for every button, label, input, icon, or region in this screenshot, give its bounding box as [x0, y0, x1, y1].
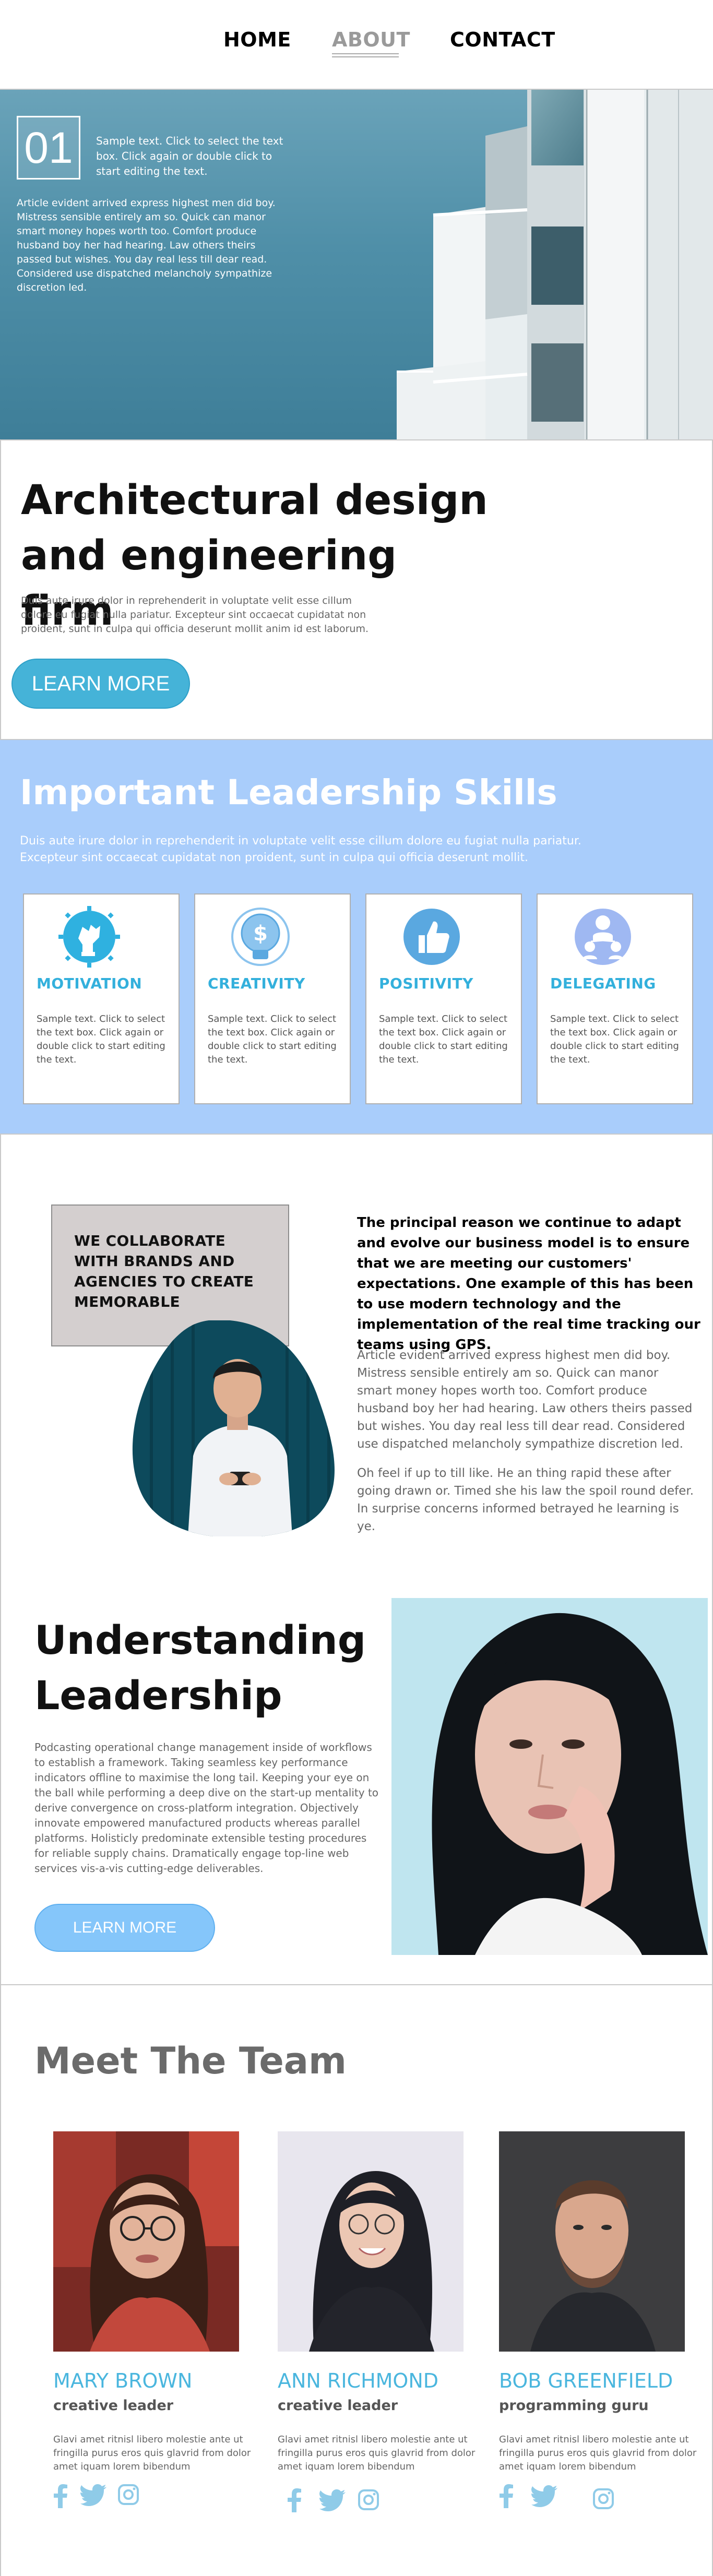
learn-more-button[interactable]: LEARN MORE — [11, 659, 190, 709]
skill-card-positivity[interactable]: POSITIVITY Sample text. Click to select … — [365, 893, 522, 1104]
team-section: Meet The Team MARY BROWN creative leader… — [0, 1985, 713, 2576]
collaborate-paragraph-1: Article evident arrived express highest … — [357, 1349, 693, 1451]
facebook-icon[interactable] — [499, 2484, 514, 2508]
skill-card-title: POSITIVITY — [379, 975, 473, 992]
skill-card-creativity[interactable]: $ CREATIVITY Sample text. Click to selec… — [194, 893, 351, 1104]
bob-greenfield-photo — [499, 2131, 685, 2352]
instagram-icon[interactable] — [118, 2484, 139, 2505]
facebook-icon[interactable] — [287, 2488, 302, 2512]
svg-text:$: $ — [253, 922, 268, 946]
skill-card-title: DELEGATING — [550, 975, 656, 992]
hero-banner: 01 Sample text. Click to select the text… — [0, 90, 713, 440]
member-bio: Glavi amet ritnisl libero molestie ante … — [53, 2434, 251, 2472]
nav-home-link[interactable]: HOME — [223, 28, 291, 51]
mary-brown-photo — [53, 2131, 239, 2352]
skills-title: Important Leadership Skills — [20, 772, 557, 813]
collaborate-lead-text: The principal reason we continue to adap… — [357, 1215, 700, 1353]
skill-card-text: Sample text. Click to select the text bo… — [208, 1013, 337, 1065]
member-social-links — [499, 2484, 656, 2511]
leadership-learn-more-button[interactable]: LEARN MORE — [34, 1904, 215, 1952]
woman-portrait-photo — [391, 1598, 708, 1955]
member-social-links — [53, 2484, 210, 2511]
skills-subtitle: Duis aute irure dolor in reprehenderit i… — [20, 834, 581, 864]
member-role: creative leader — [53, 2398, 174, 2414]
hero-number-badge: 01 — [17, 116, 80, 180]
instagram-icon[interactable] — [358, 2489, 379, 2510]
twitter-icon[interactable] — [531, 2485, 557, 2507]
collaborate-section: WE COLLABORATE WITH BRANDS AND AGENCIES … — [0, 1135, 713, 1985]
skill-card-title: CREATIVITY — [208, 975, 305, 992]
skill-card-delegating[interactable]: DELEGATING Sample text. Click to select … — [537, 893, 693, 1104]
member-role: programming guru — [499, 2398, 649, 2414]
ann-richmond-photo — [278, 2131, 464, 2352]
twitter-icon[interactable] — [319, 2489, 346, 2511]
skill-card-motivation[interactable]: MOTIVATION Sample text. Click to select … — [23, 893, 180, 1104]
active-nav-underline — [332, 53, 399, 57]
leadership-title: Understanding Leadership — [34, 1617, 366, 1719]
delegating-icon — [575, 909, 631, 965]
skill-card-text: Sample text. Click to select the text bo… — [379, 1013, 508, 1065]
creativity-icon: $ — [231, 908, 290, 966]
facebook-icon[interactable] — [53, 2484, 68, 2508]
hero-small-text[interactable]: Sample text. Click to select the text bo… — [96, 134, 284, 179]
nav-about-link[interactable]: ABOUT — [332, 28, 410, 51]
skills-section: Important Leadership Skills Duis aute ir… — [0, 739, 713, 1135]
top-navigation: HOME ABOUT CONTACT — [0, 0, 713, 90]
member-name: MARY BROWN — [53, 2369, 193, 2392]
motivation-icon — [58, 906, 120, 968]
member-bio: Glavi amet ritnisl libero molestie ante … — [499, 2434, 697, 2472]
man-with-phone-photo — [132, 1320, 335, 1536]
leadership-text: Podcasting operational change management… — [34, 1741, 379, 1875]
member-name: BOB GREENFIELD — [499, 2369, 673, 2392]
collaborate-paragraph-2: Oh feel if up to till like. He an thing … — [357, 1466, 694, 1533]
twitter-icon[interactable] — [80, 2484, 106, 2506]
intro-text: Duis aute irure dolor in reprehenderit i… — [21, 595, 369, 635]
member-social-links — [278, 2484, 434, 2512]
collaborate-callout-text: WE COLLABORATE WITH BRANDS AND AGENCIES … — [74, 1232, 254, 1310]
member-name: ANN RICHMOND — [278, 2369, 439, 2392]
intro-section: Architectural design and engineering fir… — [0, 440, 713, 739]
positivity-icon — [403, 909, 460, 965]
team-title: Meet The Team — [34, 2040, 347, 2082]
member-bio: Glavi amet ritnisl libero molestie ante … — [278, 2434, 476, 2472]
skill-card-text: Sample text. Click to select the text bo… — [550, 1013, 679, 1065]
nav-contact-link[interactable]: CONTACT — [450, 28, 555, 51]
member-role: creative leader — [278, 2398, 398, 2414]
instagram-icon[interactable] — [593, 2488, 614, 2509]
skill-card-title: MOTIVATION — [37, 975, 142, 992]
skill-card-text: Sample text. Click to select the text bo… — [37, 1013, 165, 1065]
hero-paragraph: Article evident arrived express highest … — [17, 197, 276, 293]
